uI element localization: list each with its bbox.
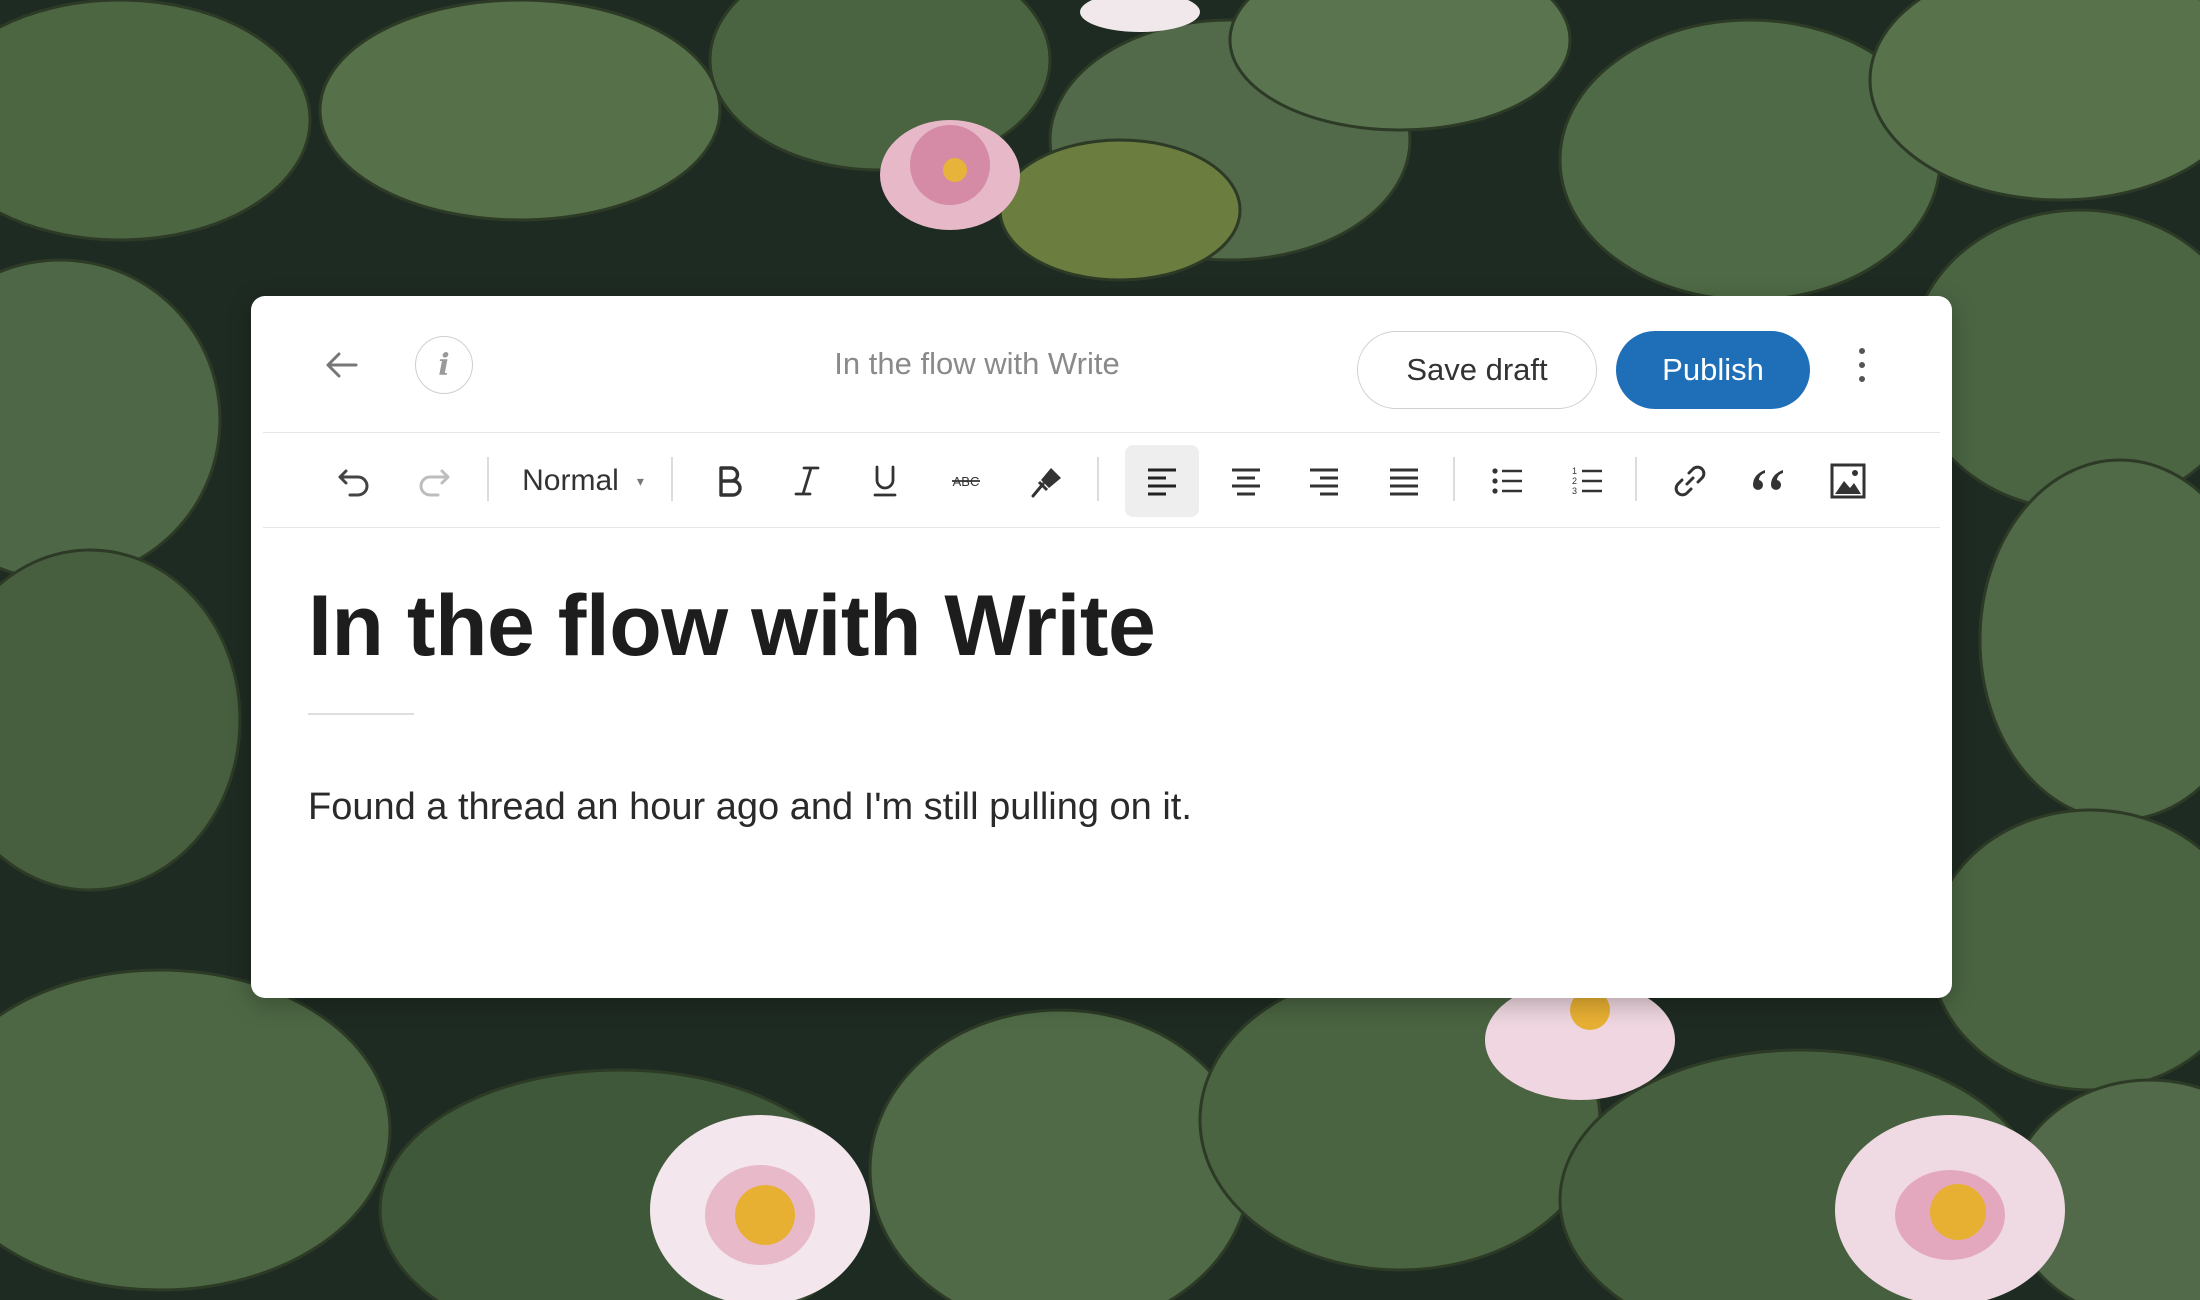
align-left-icon	[1148, 468, 1176, 496]
quote-icon	[1753, 470, 1783, 490]
align-left-button[interactable]	[1125, 445, 1199, 517]
svg-text:2: 2	[1572, 476, 1577, 486]
arrow-left-icon	[326, 352, 358, 378]
formatting-toolbar: Normal ▾ ABC 1 2 3	[263, 433, 1940, 528]
more-vertical-icon	[1859, 348, 1865, 382]
insert-image-button[interactable]	[1815, 445, 1881, 517]
toolbar-separator	[671, 457, 673, 501]
toolbar-separator	[1097, 457, 1099, 501]
toolbar-separator	[1635, 457, 1637, 501]
redo-button[interactable]	[403, 445, 465, 517]
underline-button[interactable]	[855, 445, 915, 517]
numbered-list-icon: 1 2 3	[1572, 466, 1602, 496]
numbered-list-button[interactable]: 1 2 3	[1555, 445, 1621, 517]
bullet-list-icon	[1492, 468, 1522, 494]
insert-link-button[interactable]	[1657, 445, 1723, 517]
post-body-text[interactable]: Found a thread an hour ago and I'm still…	[308, 782, 1192, 832]
save-draft-button[interactable]: Save draft	[1357, 331, 1597, 409]
info-icon: i	[438, 347, 450, 383]
align-right-icon	[1310, 468, 1338, 496]
toolbar-separator	[1453, 457, 1455, 501]
svg-text:1: 1	[1572, 466, 1577, 476]
clear-formatting-button[interactable]	[1013, 445, 1079, 517]
undo-icon	[338, 469, 369, 497]
bullet-list-button[interactable]	[1475, 445, 1541, 517]
blockquote-button[interactable]	[1735, 445, 1801, 517]
undo-button[interactable]	[323, 445, 385, 517]
clear-formatting-icon	[1031, 468, 1061, 498]
back-button[interactable]	[313, 336, 371, 394]
more-options-button[interactable]	[1840, 336, 1884, 394]
toolbar-separator	[487, 457, 489, 501]
link-icon	[1674, 465, 1706, 497]
info-button[interactable]: i	[415, 336, 473, 394]
align-center-icon	[1232, 468, 1260, 496]
paragraph-style-select[interactable]: Normal ▾	[513, 445, 653, 517]
strikethrough-icon: ABC	[952, 474, 980, 489]
bold-button[interactable]	[699, 445, 759, 517]
caret-down-icon: ▾	[636, 472, 644, 489]
align-right-button[interactable]	[1291, 445, 1357, 517]
image-icon	[1830, 463, 1866, 499]
editor-window: i In the flow with Write Save draft Publ…	[251, 296, 1952, 998]
paragraph-style-label: Normal	[522, 464, 619, 497]
publish-button[interactable]: Publish	[1616, 331, 1810, 409]
strikethrough-button[interactable]: ABC	[933, 445, 999, 517]
svg-text:3: 3	[1572, 486, 1577, 496]
underline-icon	[873, 465, 897, 497]
justify-icon	[1390, 468, 1418, 496]
justify-button[interactable]	[1371, 445, 1437, 517]
document-title: In the flow with Write	[834, 346, 1120, 381]
redo-icon	[419, 469, 450, 497]
editor-header: i In the flow with Write Save draft Publ…	[263, 296, 1940, 433]
bold-icon	[719, 466, 742, 497]
title-divider	[308, 713, 414, 715]
align-center-button[interactable]	[1213, 445, 1279, 517]
post-title[interactable]: In the flow with Write	[308, 576, 1156, 676]
italic-button[interactable]	[777, 445, 837, 517]
italic-icon	[794, 466, 820, 496]
